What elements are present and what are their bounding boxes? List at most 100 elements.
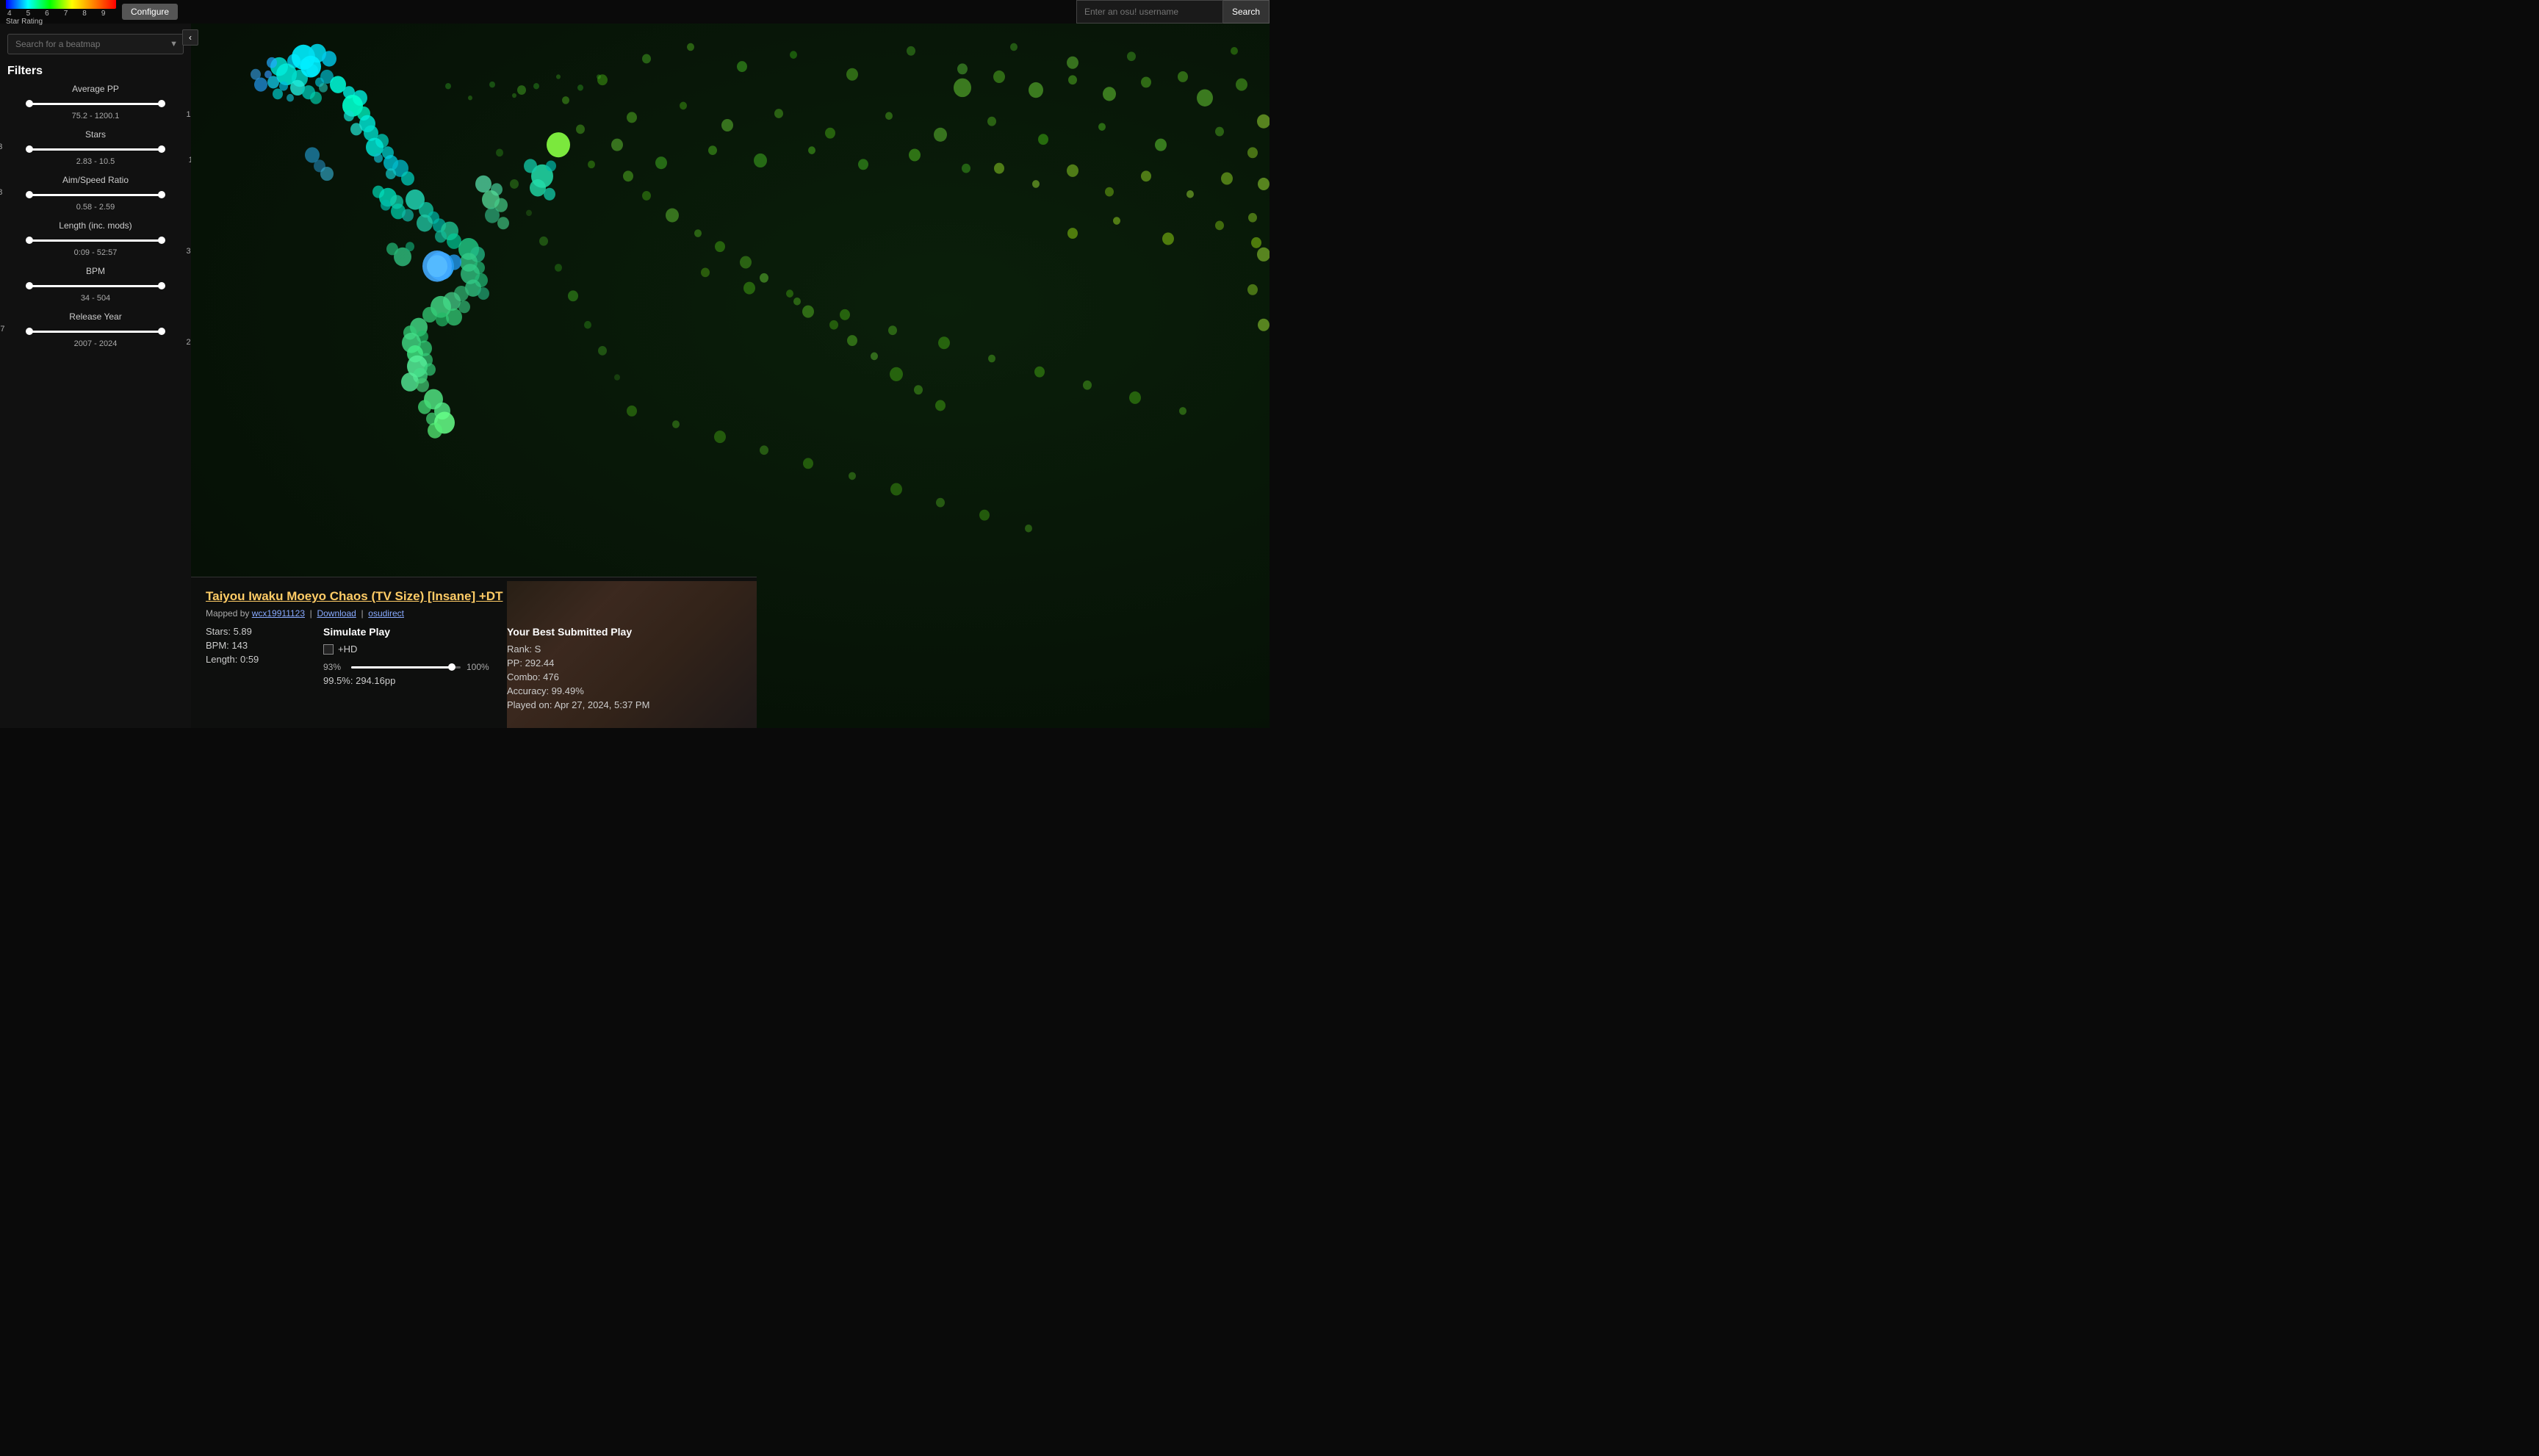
stars-slider-max-thumb[interactable] [158,145,165,153]
star-rating-label: Star Rating [6,18,43,26]
stars-slider-wrapper: 2.83 10.5 [7,143,184,156]
filter-average-pp: Average PP 75 1201 75.2 - 1200.1 [0,81,191,126]
legend-label-8: 8 [82,10,87,18]
aim-slider-container [29,188,162,201]
year-slider-max-thumb[interactable] [158,328,165,335]
acc-max-label: 100% [467,662,492,672]
year-slider-track [29,331,162,333]
stars-slider-container [29,143,162,156]
pp-max-label: 1201 [187,110,191,119]
beatmap-title[interactable]: Taiyou Iwaku Moeyo Chaos (TV Size) [Insa… [206,589,742,604]
aim-slider-min-thumb[interactable] [26,191,33,198]
mapped-by-text: Mapped by [206,608,249,619]
pp-slider-wrapper: 75 1201 [7,97,184,110]
bpm-slider-fill [29,285,162,287]
year-slider-fill [29,331,162,333]
filter-label-aim: Aim/Speed Ratio [7,175,184,185]
filter-label-year: Release Year [7,311,184,322]
year-range-display: 2007 - 2024 [7,339,184,348]
acc-min-label: 93% [323,662,345,672]
filter-bpm: BPM 34 504 34 - 504 [0,263,191,309]
username-input[interactable] [1076,0,1223,24]
stars-slider-fill [29,148,162,151]
pp-slider-max-thumb[interactable] [158,100,165,107]
length-range-display: 0:09 - 52:57 [7,248,184,257]
legend-label-6: 6 [45,10,49,18]
stat-bpm: BPM: 143 [206,640,309,651]
osudirect-link[interactable]: osudirect [368,608,404,619]
length-slider-max-thumb[interactable] [158,237,165,244]
length-slider-container [29,234,162,247]
stat-accuracy: Accuracy: 99.49% [507,685,669,696]
accuracy-slider-row: 93% 100% [323,662,492,672]
length-slider-track [29,239,162,242]
stat-rank: Rank: S [507,644,669,655]
aim-slider-fill [29,194,162,196]
pp-slider-container [29,97,162,110]
filter-label-bpm: BPM [7,266,184,276]
aim-slider-wrapper: 0.58 2.6 [7,188,184,201]
bpm-slider-track [29,285,162,287]
aim-slider-max-thumb[interactable] [158,191,165,198]
acc-slider-thumb[interactable] [448,663,455,671]
bpm-slider-wrapper: 34 504 [7,279,184,292]
filter-label-length: Length (inc. mods) [7,220,184,231]
stat-played-on: Played on: Apr 27, 2024, 5:37 PM [507,699,669,710]
pp-slider-track [29,103,162,105]
bpm-slider-container [29,279,162,292]
length-slider-min-thumb[interactable] [26,237,33,244]
length-slider-wrapper: 9 3177 [7,234,184,247]
stars-range-display: 2.83 - 10.5 [7,157,184,166]
year-slider-wrapper: 2007 2024 [7,325,184,338]
pp-result: 99.5%: 294.16pp [323,675,492,686]
stat-length: Length: 0:59 [206,654,309,665]
year-slider-container [29,325,162,338]
filter-label-pp: Average PP [7,84,184,94]
configure-button[interactable]: Configure [122,4,178,20]
search-button[interactable]: Search [1223,0,1270,24]
sidebar-collapse-button[interactable]: ‹ [182,29,198,46]
left-column: Stars: 5.89 BPM: 143 Length: 0:59 [206,626,309,713]
mapped-by-line: Mapped by wcx19911123 | Download | osudi… [206,608,742,619]
legend-label-4: 4 [7,10,12,18]
aim-range-display: 0.58 - 2.59 [7,203,184,212]
aim-slider-track [29,194,162,196]
year-min-label: 2007 [0,325,4,334]
pp-slider-min-thumb[interactable] [26,100,33,107]
acc-slider-fill [351,666,452,668]
filters-title: Filters [0,59,191,81]
color-legend: 4 5 6 7 8 9 Star Rating Configure [0,0,184,24]
legend-label-7: 7 [64,10,68,18]
aim-min-label: 0.58 [0,188,2,197]
filter-release-year: Release Year 2007 2024 2007 - 2024 [0,309,191,354]
accuracy-slider[interactable] [351,666,461,668]
filter-aim-speed: Aim/Speed Ratio 0.58 2.6 0.58 - 2.59 [0,172,191,217]
legend-label-5: 5 [26,10,31,18]
gradient-bar [6,0,116,9]
stat-stars: Stars: 5.89 [206,626,309,637]
chevron-left-icon: ‹ [189,32,192,43]
beatmap-search-input[interactable] [7,34,184,54]
hd-checkbox[interactable] [323,644,334,655]
stars-slider-min-thumb[interactable] [26,145,33,153]
bpm-slider-max-thumb[interactable] [158,282,165,289]
pp-range-display: 75.2 - 1200.1 [7,112,184,120]
download-link[interactable]: Download [317,608,356,619]
best-play-title: Your Best Submitted Play [507,626,669,638]
stars-slider-track [29,148,162,151]
hd-label: +HD [338,644,357,655]
pp-slider-fill [29,103,162,105]
year-max-label: 2024 [187,338,191,347]
year-slider-min-thumb[interactable] [26,328,33,335]
right-column: Your Best Submitted Play Rank: S PP: 292… [507,626,669,713]
legend-label-9: 9 [101,10,106,18]
stars-min-label: 2.83 [0,143,2,151]
simulate-column: Simulate Play +HD 93% 100% 99.5%: 294.16… [323,626,492,713]
mapper-link[interactable]: wcx19911123 [252,608,305,619]
stars-max-label: 10.5 [189,156,191,165]
simulate-title: Simulate Play [323,626,492,638]
stat-combo: Combo: 476 [507,671,669,682]
bpm-slider-min-thumb[interactable] [26,282,33,289]
search-area: Search [1076,0,1270,24]
filter-length: Length (inc. mods) 9 3177 0:09 - 52:57 [0,217,191,263]
